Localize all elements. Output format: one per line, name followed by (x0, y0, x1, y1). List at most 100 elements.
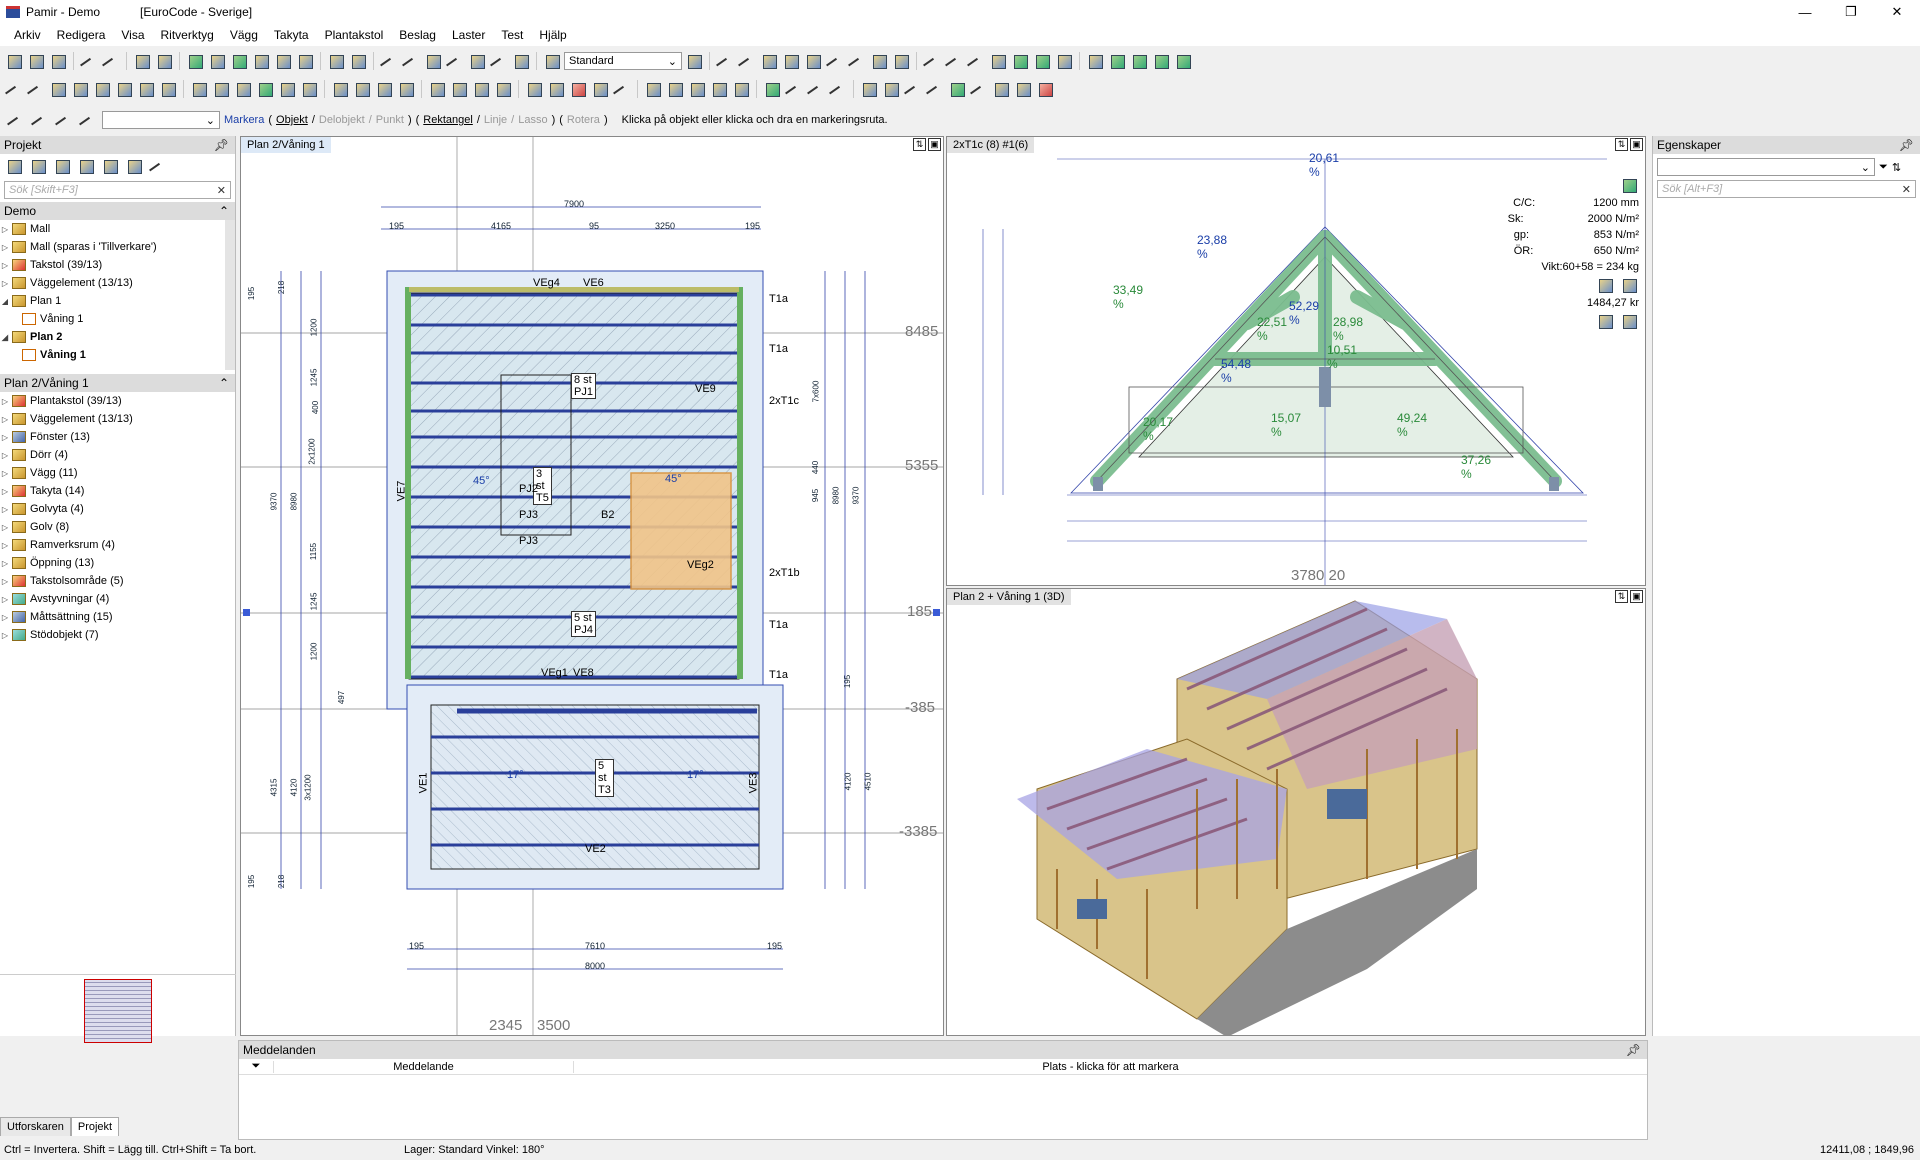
trim-icon[interactable] (445, 51, 465, 71)
tree-item[interactable]: ▷ Mall (sparas i 'Tillverkare') (0, 238, 225, 256)
tree-item[interactable]: ◢ Plan 2 (0, 328, 225, 346)
mode-lasso[interactable]: Lasso (518, 114, 547, 126)
layer-settings-icon[interactable] (684, 51, 704, 71)
tree-view4-icon[interactable] (76, 156, 96, 176)
support3-icon[interactable] (903, 79, 923, 99)
copy-icon[interactable] (132, 51, 152, 71)
style-select[interactable]: Standard ⌄ (564, 52, 682, 70)
clear-search-icon[interactable]: ✕ (1902, 183, 1911, 196)
menu-takyta[interactable]: Takyta (274, 28, 309, 42)
tree-item[interactable]: Våning 1 (0, 346, 225, 364)
redo-icon[interactable] (101, 51, 121, 71)
column-icon[interactable] (396, 79, 416, 99)
truss-view-icon[interactable] (273, 51, 293, 71)
grid-icon[interactable] (1054, 51, 1074, 71)
project-search-input[interactable]: Sök [Skift+F3] ✕ (4, 181, 231, 199)
draw-house-icon[interactable] (114, 79, 134, 99)
wall-view-icon[interactable] (295, 51, 315, 71)
open-icon[interactable] (26, 51, 46, 71)
tree-item[interactable]: ▷ Väggelement (13/13) (0, 274, 225, 292)
menu-vagg[interactable]: Vägg (230, 28, 258, 42)
snap-end-icon[interactable] (1032, 51, 1052, 71)
paste-icon[interactable] (154, 51, 174, 71)
3d-view[interactable]: Plan 2 + Våning 1 (3D) ⇅ ▣ (946, 588, 1646, 1036)
truss-new-icon[interactable] (665, 79, 685, 99)
menu-plantakstol[interactable]: Plantakstol (325, 28, 384, 42)
support5-icon[interactable] (947, 79, 967, 99)
close-icon[interactable]: ✕ (1874, 0, 1920, 24)
select-plus-icon[interactable] (401, 51, 421, 71)
draw-line-icon[interactable] (4, 79, 24, 99)
tree-item[interactable]: ◢ Plan 1 (0, 292, 225, 310)
circle-tool-icon[interactable] (988, 51, 1008, 71)
tree-item[interactable]: ▷ Takyta (14) (0, 482, 235, 500)
filter-icon[interactable] (148, 156, 168, 176)
tree-view6-icon[interactable] (124, 156, 144, 176)
excel-icon[interactable] (1129, 51, 1149, 71)
mode-objekt[interactable]: Objekt (276, 114, 308, 126)
view-max-icon[interactable]: ▣ (1630, 590, 1643, 603)
snap-grid-icon[interactable] (1010, 51, 1030, 71)
floor-icon[interactable] (590, 79, 610, 99)
view-swap-icon[interactable]: ⇅ (1615, 138, 1628, 151)
lock-icon[interactable] (1595, 311, 1615, 331)
tree-item[interactable]: ▷ Plantakstol (39/13) (0, 392, 235, 410)
layers-icon[interactable] (1035, 79, 1055, 99)
view-swap-icon[interactable]: ⇅ (913, 138, 926, 151)
level-panel-header[interactable]: Plan 2/Våning 1 ⌃ (0, 374, 235, 392)
support6-icon[interactable] (969, 79, 989, 99)
zoom-icon[interactable] (423, 51, 443, 71)
draw-room-icon[interactable] (136, 79, 156, 99)
snap-icon[interactable] (467, 51, 487, 71)
export-icon[interactable] (1107, 51, 1127, 71)
brace2-icon[interactable] (806, 79, 826, 99)
wall-grid-icon[interactable] (189, 79, 209, 99)
mode-rektangel[interactable]: Rektangel (423, 114, 473, 126)
draw-rect-icon[interactable] (70, 79, 90, 99)
filter-icon[interactable]: ⏷ (239, 1060, 273, 1073)
draw-circle-icon[interactable] (48, 79, 68, 99)
tree-view5-icon[interactable] (100, 156, 120, 176)
calc-icon[interactable] (762, 79, 782, 99)
mark-tool4-icon[interactable] (78, 110, 98, 130)
dimension-icon[interactable] (825, 51, 845, 71)
truss-view[interactable]: 2xT1c (8) #1(6) ⇅ ▣ 20,61 % 23,88 % 33,49… (946, 136, 1646, 586)
tree-item[interactable]: ▷ Takstol (39/13) (0, 256, 225, 274)
tree-item[interactable]: ▷ Takstolsområde (5) (0, 572, 235, 590)
roof-view-icon[interactable] (251, 51, 271, 71)
check-icon[interactable] (1619, 175, 1639, 195)
wall-split-icon[interactable] (233, 79, 253, 99)
truss-load-icon[interactable] (731, 79, 751, 99)
tab-utforskaren[interactable]: Utforskaren (0, 1117, 71, 1136)
view-max-icon[interactable]: ▣ (928, 138, 941, 151)
tree-item[interactable]: Våning 1 (0, 310, 225, 328)
window-icon[interactable] (427, 79, 447, 99)
menu-redigera[interactable]: Redigera (57, 28, 106, 42)
camera-icon[interactable] (511, 51, 531, 71)
tree-item[interactable]: ▷ Fönster (13) (0, 428, 235, 446)
pin-icon[interactable]: 📌︎ (1626, 1043, 1641, 1057)
mode-rotera[interactable]: Rotera (567, 114, 600, 126)
circle-icon[interactable] (759, 51, 779, 71)
frame-icon[interactable] (449, 79, 469, 99)
view-swap-icon[interactable]: ⇅ (1615, 590, 1628, 603)
roof-tri-icon[interactable] (277, 79, 297, 99)
pencil-icon[interactable] (1619, 311, 1639, 331)
mode-linje[interactable]: Linje (484, 114, 507, 126)
support-icon[interactable] (859, 79, 879, 99)
copy-object-icon[interactable] (869, 51, 889, 71)
select-arrow-icon[interactable] (379, 51, 399, 71)
support4-icon[interactable] (925, 79, 945, 99)
line-icon[interactable] (715, 51, 735, 71)
collapse-icon[interactable]: ⌃ (219, 204, 229, 218)
menu-beslag[interactable]: Beslag (399, 28, 436, 42)
tree-item[interactable]: ▷ Golvyta (4) (0, 500, 235, 518)
roof-edit-icon[interactable] (299, 79, 319, 99)
mode-punkt[interactable]: Punkt (376, 114, 404, 126)
tree-view3-icon[interactable] (52, 156, 72, 176)
support2-icon[interactable] (881, 79, 901, 99)
tree-item[interactable]: ▷ Ramverksrum (4) (0, 536, 235, 554)
stack-icon[interactable] (374, 79, 394, 99)
collapse-icon[interactable]: ⌃ (219, 376, 229, 390)
layer-icon[interactable] (542, 51, 562, 71)
